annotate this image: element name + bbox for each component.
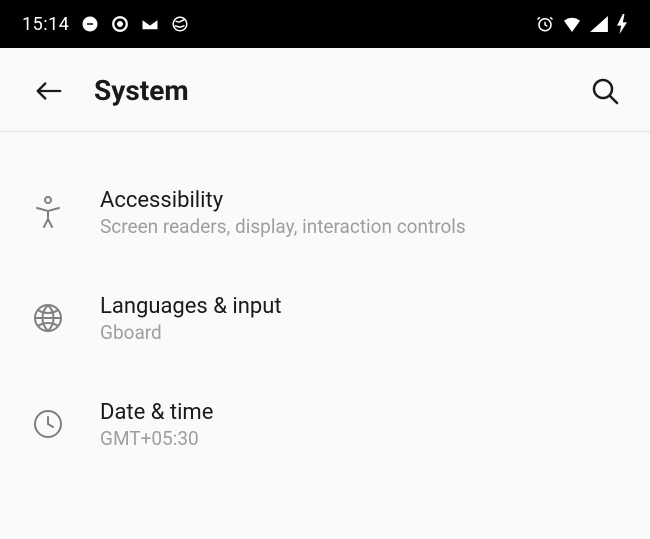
languages-input-text: Languages & input Gboard — [100, 294, 620, 344]
settings-list: Accessibility Screen readers, display, i… — [0, 132, 650, 468]
alarm-icon — [536, 15, 554, 33]
status-time: 15:14 — [22, 14, 69, 35]
back-button[interactable] — [34, 79, 68, 103]
wifi-icon — [562, 16, 582, 32]
setting-title: Languages & input — [100, 294, 620, 319]
setting-subtitle: GMT+05:30 — [100, 427, 620, 450]
setting-subtitle: Screen readers, display, interaction con… — [100, 215, 620, 238]
battery-charging-icon — [616, 14, 628, 34]
notification-chat-icon — [81, 15, 99, 33]
gmail-icon — [141, 17, 159, 31]
setting-title: Accessibility — [100, 188, 620, 213]
status-bar: 15:14 — [0, 0, 650, 48]
search-button[interactable] — [590, 76, 620, 106]
accessibility-icon — [30, 194, 66, 230]
accessibility-row[interactable]: Accessibility Screen readers, display, i… — [0, 170, 650, 256]
date-time-row[interactable]: Date & time GMT+05:30 — [0, 382, 650, 468]
page-title: System — [94, 74, 590, 107]
clock-icon — [30, 406, 66, 442]
header: System — [0, 48, 650, 132]
status-right — [536, 14, 628, 34]
accessibility-text: Accessibility Screen readers, display, i… — [100, 188, 620, 238]
setting-subtitle: Gboard — [100, 321, 620, 344]
cellular-signal-icon — [590, 16, 608, 32]
back-arrow-icon — [34, 79, 64, 103]
setting-title: Date & time — [100, 400, 620, 425]
notification-circle-icon — [111, 15, 129, 33]
languages-input-row[interactable]: Languages & input Gboard — [0, 276, 650, 362]
date-time-text: Date & time GMT+05:30 — [100, 400, 620, 450]
status-left: 15:14 — [22, 14, 189, 35]
search-icon — [590, 76, 620, 106]
notification-globe-icon — [171, 15, 189, 33]
globe-icon — [30, 300, 66, 336]
